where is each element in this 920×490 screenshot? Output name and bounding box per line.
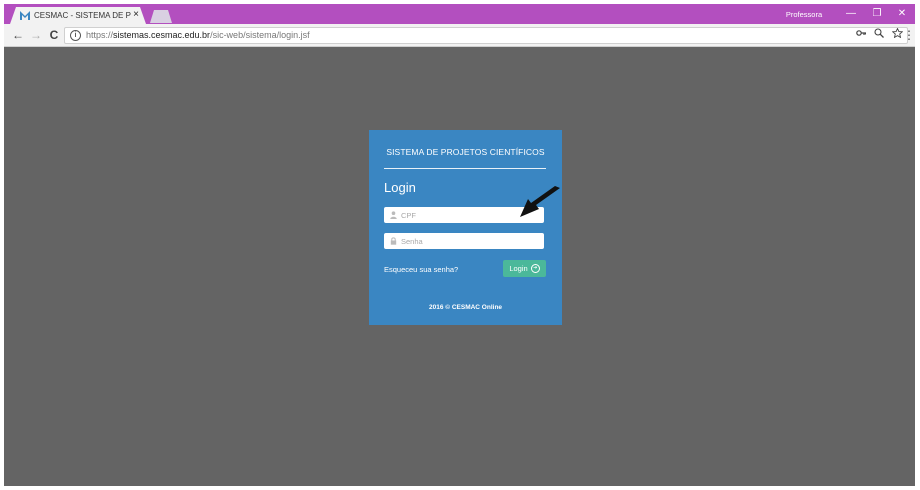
address-bar[interactable]: i https://sistemas.cesmac.edu.br/sic-web… bbox=[64, 27, 908, 44]
page-viewport: SISTEMA DE PROJETOS CIENTÍFICOS Login Es… bbox=[4, 47, 915, 486]
login-button-label: Login bbox=[509, 264, 528, 273]
url-text[interactable]: https://sistemas.cesmac.edu.br/sic-web/s… bbox=[86, 29, 310, 42]
browser-toolbar: ← → C i https://sistemas.cesmac.edu.br/s… bbox=[4, 24, 915, 47]
login-card: SISTEMA DE PROJETOS CIENTÍFICOS Login Es… bbox=[369, 130, 562, 325]
profile-name[interactable]: Professora bbox=[779, 8, 829, 21]
password-input[interactable] bbox=[401, 236, 531, 246]
restore-icon[interactable]: ❐ bbox=[863, 5, 891, 23]
login-heading: Login bbox=[384, 180, 416, 195]
browser-menu-icon[interactable]: ⋮ bbox=[903, 27, 915, 43]
tab-title: CESMAC - SISTEMA DE P bbox=[34, 11, 131, 20]
title-divider bbox=[384, 168, 546, 169]
forward-icon[interactable]: → bbox=[28, 27, 44, 43]
minimize-icon[interactable]: — bbox=[837, 5, 865, 23]
new-tab-button[interactable] bbox=[150, 10, 172, 23]
info-icon[interactable]: i bbox=[70, 30, 81, 41]
key-icon[interactable] bbox=[856, 28, 867, 43]
password-field[interactable] bbox=[384, 233, 544, 249]
footer-copyright: 2016 © CESMAC Online bbox=[428, 304, 503, 311]
star-icon[interactable] bbox=[891, 27, 904, 43]
cpf-input[interactable] bbox=[401, 210, 531, 220]
close-window-icon[interactable]: ✕ bbox=[888, 5, 916, 23]
reload-icon[interactable]: C bbox=[46, 27, 62, 43]
lock-icon bbox=[390, 237, 397, 245]
login-button[interactable]: Login ➜ bbox=[503, 260, 546, 277]
tab-close-icon[interactable]: × bbox=[133, 10, 139, 20]
forgot-password-link[interactable]: Esqueceu sua senha? bbox=[384, 265, 458, 274]
pointer-arrow-icon bbox=[520, 186, 560, 217]
system-title: SISTEMA DE PROJETOS CIENTÍFICOS bbox=[386, 147, 545, 157]
back-icon[interactable]: ← bbox=[10, 27, 26, 43]
browser-titlebar: CESMAC - SISTEMA DE P × Professora — ❐ ✕ bbox=[4, 4, 915, 24]
browser-tab[interactable]: CESMAC - SISTEMA DE P × bbox=[10, 7, 146, 24]
zoom-icon[interactable] bbox=[874, 28, 884, 43]
sign-in-icon: ➜ bbox=[530, 264, 540, 273]
cesmac-m-icon bbox=[20, 11, 30, 21]
user-icon bbox=[390, 211, 397, 219]
